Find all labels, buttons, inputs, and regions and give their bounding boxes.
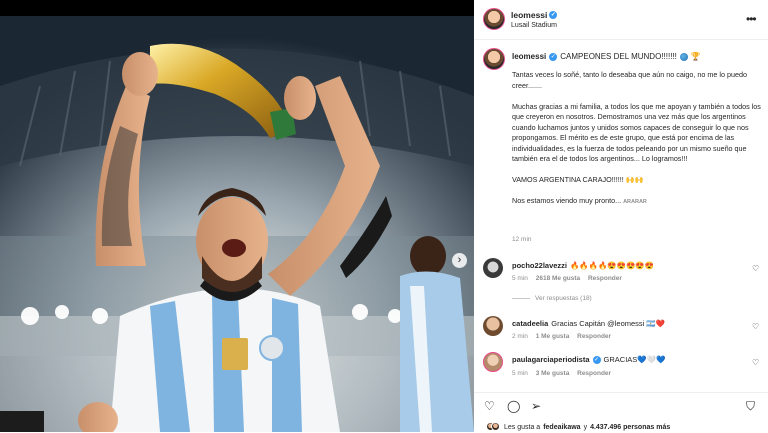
caption-username[interactable]: leomessi: [512, 52, 546, 61]
heart-icon[interactable]: ♡: [752, 264, 759, 273]
comment-meta: 5 min 3 Me gusta Responder: [512, 370, 617, 377]
caption-title-line: leomessi ✓ CAMPEONES DEL MUNDO!!!!!!! 🏆: [512, 52, 701, 61]
view-replies[interactable]: Ver respuestas (18): [512, 295, 592, 302]
comment-time: 2 min: [512, 333, 528, 340]
likes-middle: y: [583, 424, 588, 431]
header-username[interactable]: leomessi ✓: [511, 10, 558, 20]
header-location[interactable]: Lusail Stadium: [511, 22, 557, 29]
header-username-text[interactable]: leomessi: [511, 10, 547, 20]
comment-username[interactable]: paulagarciaperiodista: [512, 355, 590, 364]
avatar[interactable]: [483, 258, 503, 278]
heart-icon[interactable]: ♡: [752, 322, 759, 331]
comment-likes[interactable]: 1 Me gusta: [536, 333, 570, 340]
comment-line: pocho22lavezzi 🔥🔥🔥🔥😍😍😍😍😍: [512, 261, 654, 270]
photo-illustration: [0, 16, 474, 432]
comment-username[interactable]: pocho22lavezzi: [512, 261, 567, 270]
comment-line: catadeelia Gracias Capitán @leomessi 🇦🇷❤…: [512, 319, 665, 328]
verified-badge-icon: ✓: [592, 355, 601, 364]
comment-username[interactable]: catadeelia: [512, 319, 548, 328]
post-photo[interactable]: ›: [0, 16, 474, 432]
avatar[interactable]: [483, 8, 505, 30]
translate-link[interactable]: ARARAR: [623, 199, 647, 205]
comment-meta: 2 min 1 Me gusta Responder: [512, 333, 617, 340]
top-bar: [0, 0, 474, 16]
caption-title: CAMPEONES DEL MUNDO!!!!!!!: [560, 52, 677, 61]
comment-icon[interactable]: ◯: [507, 399, 520, 413]
likes-count[interactable]: 4.437.496 personas más: [590, 424, 670, 431]
reply-button[interactable]: Responder: [577, 333, 611, 340]
likes-summary: Les gusta a fedeaikawa y 4.437.496 perso…: [486, 422, 670, 433]
comment-text: 🔥🔥🔥🔥😍😍😍😍😍: [570, 261, 655, 270]
comment-time: 5 min: [512, 275, 528, 282]
avatar[interactable]: [483, 316, 503, 336]
caption-paragraph: Muchas gracias a mi familia, a todos los…: [512, 101, 761, 164]
chevron-right-icon[interactable]: ›: [452, 253, 467, 268]
likes-prefix: Les gusta a: [504, 424, 541, 431]
comment-meta: 5 min 2618 Me gusta Responder: [512, 275, 628, 282]
caption-paragraph: Tantas veces lo soñé, tanto lo deseaba q…: [512, 70, 747, 90]
reply-button[interactable]: Responder: [577, 370, 611, 377]
share-icon[interactable]: ➢: [531, 399, 541, 413]
globe-icon: [679, 52, 688, 61]
comment-text: GRACIAS💙🤍💙: [603, 355, 666, 364]
liker-avatars: [486, 422, 500, 433]
post-header: leomessi ✓ Lusail Stadium •••: [474, 0, 768, 40]
caption-paragraph: VAMOS ARGENTINA CARAJO!!!!!! 🙌🙌: [512, 175, 644, 184]
caption-body: Tantas veces lo soñé, tanto lo deseaba q…: [512, 70, 764, 208]
reply-button[interactable]: Responder: [588, 275, 622, 282]
avatar[interactable]: [483, 352, 503, 372]
view-replies-label[interactable]: Ver respuestas (18): [535, 295, 592, 302]
verified-badge-icon: ✓: [549, 52, 558, 61]
replies-divider: [512, 298, 530, 299]
heart-icon[interactable]: ♡: [484, 399, 495, 413]
caption-paragraph-last: Nos estamos viendo muy pronto... ARARAR: [512, 196, 764, 208]
instagram-post-window: › leomessi ✓ Lusail Stadium ••• leomessi…: [0, 0, 768, 432]
trophy-icon: 🏆: [690, 52, 701, 61]
comment-line: paulagarciaperiodista ✓ GRACIAS💙🤍💙: [512, 355, 665, 364]
avatar: [491, 422, 500, 431]
comment-likes[interactable]: 2618 Me gusta: [536, 275, 580, 282]
post-timestamp: 12 min: [512, 236, 532, 243]
caption-closing: Nos estamos viendo muy pronto...: [512, 196, 622, 205]
comment-text: Gracias Capitán @leomessi 🇦🇷❤️: [551, 319, 666, 328]
more-icon[interactable]: •••: [746, 12, 757, 26]
post-actions-bar: ♡ ◯ ➢ ⛉ Les gusta a fedeaikawa y 4.437.4…: [474, 392, 768, 432]
post-side-panel: leomessi ✓ Lusail Stadium ••• leomessi ✓…: [474, 0, 768, 432]
heart-icon[interactable]: ♡: [752, 358, 759, 367]
bookmark-icon[interactable]: ⛉: [746, 399, 755, 414]
comment-likes[interactable]: 3 Me gusta: [536, 370, 570, 377]
verified-badge-icon: ✓: [549, 11, 558, 19]
caption-avatar[interactable]: [483, 48, 505, 70]
likes-user[interactable]: fedeaikawa: [543, 424, 580, 431]
comment-time: 5 min: [512, 370, 528, 377]
